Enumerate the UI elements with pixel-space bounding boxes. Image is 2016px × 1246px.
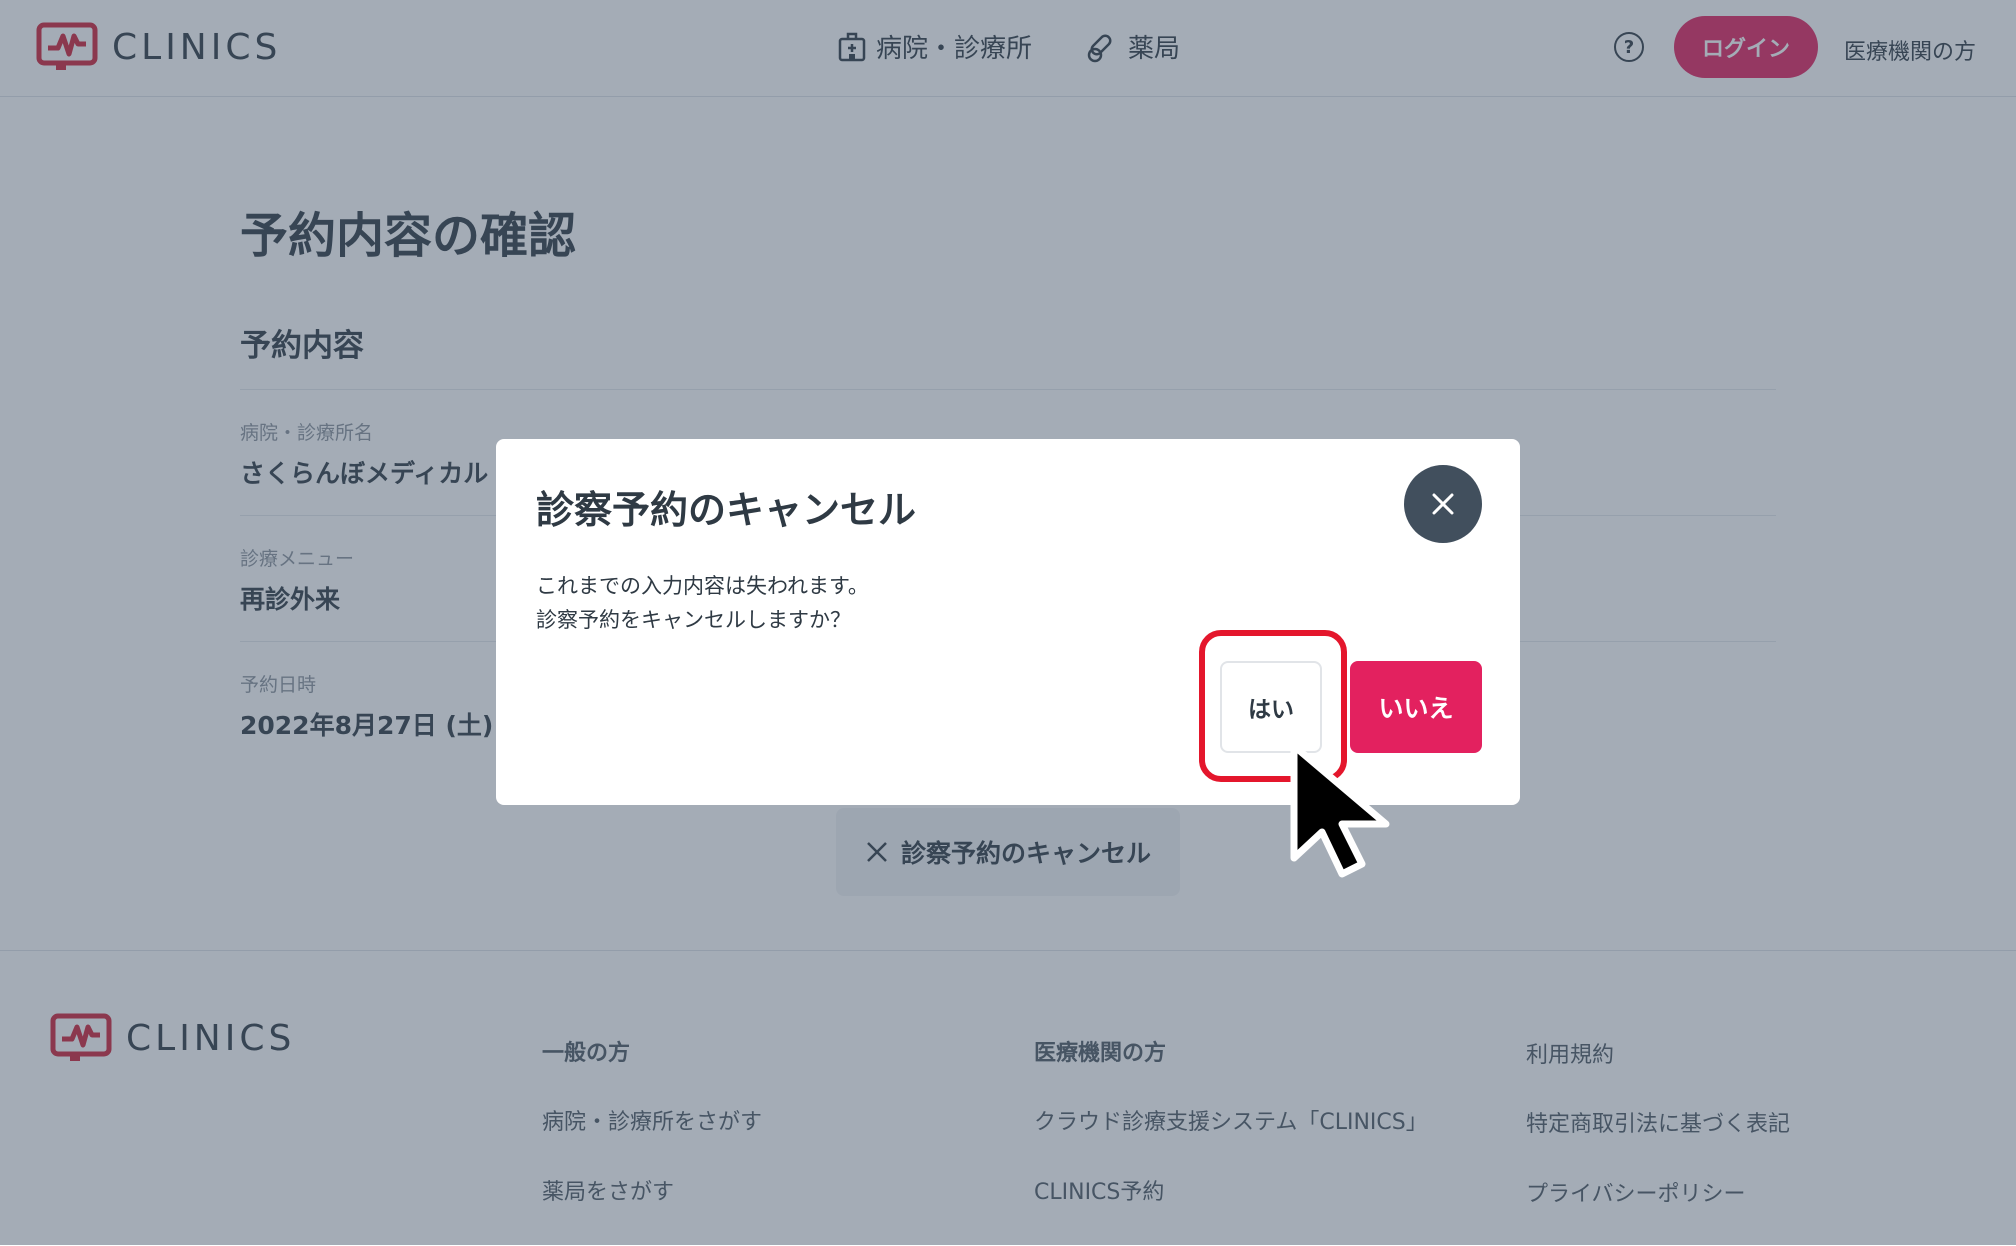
dialog-message: これまでの入力内容は失われます。 診察予約をキャンセルしますか？ <box>536 569 869 637</box>
page: CLINICS 病院・診療所 薬局 ? ログイン 医療機関の方 予約内容の確認 … <box>0 0 2016 1246</box>
dialog-close-button[interactable] <box>1404 465 1482 543</box>
dialog-message-line2: 診察予約をキャンセルしますか？ <box>536 608 851 632</box>
close-icon <box>1432 493 1454 515</box>
dialog-title: 診察予約のキャンセル <box>536 488 917 532</box>
cursor-arrow-icon <box>1288 740 1398 884</box>
dialog-message-line1: これまでの入力内容は失われます。 <box>536 574 869 598</box>
